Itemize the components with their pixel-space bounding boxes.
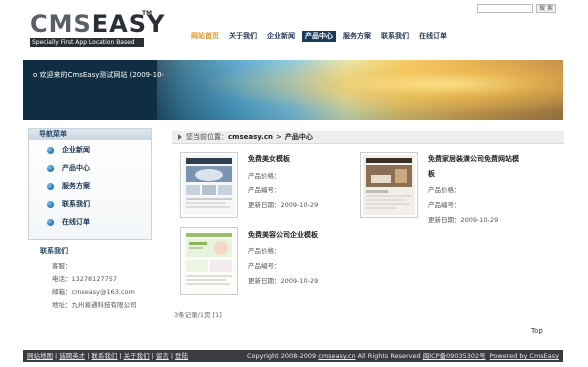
- contact-service: 客服：: [52, 262, 72, 270]
- footer-links: 网站地图 | 诚聘英才 | 联系我们 | 关于我们 | 留言 | 登陆: [27, 352, 189, 360]
- sidebar-item-products[interactable]: 产品中心: [47, 162, 90, 174]
- product-code: 产品编号：: [428, 201, 461, 209]
- icp-link[interactable]: 闽ICP备09035302号: [423, 352, 486, 360]
- pagination[interactable]: 3条记录/1页 [1]: [174, 309, 222, 319]
- back-to-top-link[interactable]: Top: [531, 327, 543, 335]
- sidebar-item-services[interactable]: 服务方案: [47, 180, 90, 192]
- sidebar-item-label: 在线订单: [62, 218, 90, 226]
- website-template-image: [183, 155, 235, 215]
- footer-link-login[interactable]: 登陆: [175, 352, 188, 360]
- nav-item-home[interactable]: 网站首页: [188, 31, 222, 42]
- bullet-icon: [47, 164, 54, 172]
- product-date: 更新日期：2009-10-29: [248, 277, 319, 285]
- sidebar-item-label: 服务方案: [62, 182, 90, 190]
- product-code: 产品编号：: [248, 262, 281, 270]
- footer-link-about[interactable]: 关于我们: [124, 352, 150, 360]
- sidebar-item-order[interactable]: 在线订单: [47, 216, 90, 228]
- nav-item-about[interactable]: 关于我们: [226, 31, 260, 42]
- sidebar-menu: 导航菜单 企业新闻 产品中心 服务方案 联系我们 在线订单: [28, 128, 152, 240]
- bullet-icon: [47, 182, 54, 190]
- product-price: 产品价格：: [248, 172, 281, 180]
- footer-site-link[interactable]: cmseasy.cn: [318, 352, 355, 360]
- banner: o 欢迎来的CmsEasy测试网站 (2009-10-: [23, 60, 563, 120]
- product-title[interactable]: 免费家居装潢公司免费网站模: [428, 154, 519, 164]
- nav-item-news[interactable]: 企业新闻: [264, 31, 298, 42]
- product-code: 产品编号：: [248, 186, 281, 194]
- product-title[interactable]: 免费美女模板: [248, 154, 290, 164]
- product-date: 更新日期：2009-10-29: [428, 216, 499, 224]
- footer-link-guestbook[interactable]: 留言: [156, 352, 169, 360]
- footer-copyright: Copyright 2008-2009 cmseasy.cn All Right…: [247, 350, 559, 362]
- product-thumbnail[interactable]: [180, 152, 238, 218]
- contact-title: 联系我们: [40, 247, 68, 255]
- contact-phone: 电话：13278127757: [52, 275, 117, 283]
- bullet-icon: [47, 146, 54, 154]
- search-input[interactable]: [477, 4, 533, 13]
- product-date: 更新日期：2009-10-29: [248, 201, 319, 209]
- contact-address: 地址：九州易通科技有限公司: [52, 301, 137, 309]
- product-title[interactable]: 免费美容公司企业模板: [248, 230, 318, 240]
- bullet-icon: [47, 200, 54, 208]
- sidebar-title: 导航菜单: [29, 129, 151, 140]
- interior-template-image: [363, 155, 415, 215]
- breadcrumb: 您当前位置： cmseasy.cn > 产品中心: [172, 131, 564, 144]
- breadcrumb-current: 产品中心: [284, 133, 313, 141]
- banner-image: [157, 60, 563, 120]
- breadcrumb-prefix: 您当前位置：: [186, 133, 228, 141]
- breadcrumb-separator: >: [275, 133, 282, 141]
- banner-left-panel: [23, 60, 157, 120]
- nav-item-services[interactable]: 服务方案: [340, 31, 374, 42]
- sidebar-item-label: 联系我们: [62, 200, 90, 208]
- logo-cms: CMS: [30, 10, 92, 38]
- search-bar: 搜 索: [477, 4, 556, 13]
- sidebar-item-label: 产品中心: [62, 164, 90, 172]
- product-price: 产品价格：: [248, 247, 281, 255]
- nav-item-contact[interactable]: 联系我们: [378, 31, 412, 42]
- main-nav: 网站首页 关于我们 企业新闻 产品中心 服务方案 联系我们 在线订单: [188, 31, 450, 42]
- product-price: 产品价格：: [428, 186, 461, 194]
- product-title-continued[interactable]: 板: [428, 169, 435, 179]
- sidebar-item-label: 企业新闻: [62, 146, 90, 154]
- copyright-text: Copyright 2008-2009: [246, 352, 319, 360]
- sidebar-item-news[interactable]: 企业新闻: [47, 144, 90, 156]
- logo-trademark: TM: [142, 10, 153, 17]
- welcome-ticker: o 欢迎来的CmsEasy测试网站 (2009-10-: [33, 71, 165, 79]
- contact-email: 邮箱：cmseasy@163.com: [52, 288, 135, 296]
- bullet-icon: [47, 218, 54, 226]
- nav-item-products[interactable]: 产品中心: [302, 31, 336, 42]
- logo[interactable]: CMSEASY TM Specially First App Location …: [30, 10, 166, 47]
- footer-link-contact[interactable]: 联系我们: [91, 352, 117, 360]
- footer-link-jobs[interactable]: 诚聘英才: [59, 352, 85, 360]
- sidebar-item-contact[interactable]: 联系我们: [47, 198, 90, 210]
- search-button[interactable]: 搜 索: [536, 4, 556, 13]
- footer: 网站地图 | 诚聘英才 | 联系我们 | 关于我们 | 留言 | 登陆 Copyright 2008…: [23, 350, 563, 362]
- logo-tagline: Specially First App Location Based: [30, 38, 144, 47]
- product-thumbnail[interactable]: [180, 227, 238, 295]
- beauty-template-image: [183, 230, 235, 292]
- footer-link-sitemap[interactable]: 网站地图: [27, 352, 53, 360]
- powered-by-link[interactable]: Powered by CmsEasy: [490, 352, 559, 360]
- breadcrumb-arrow-icon: [178, 134, 182, 140]
- product-thumbnail[interactable]: [360, 152, 418, 218]
- contact-block: 联系我们 客服： 电话：13278127757 邮箱：cmseasy@163.c…: [40, 246, 137, 312]
- breadcrumb-site-link[interactable]: cmseasy.cn: [228, 133, 273, 141]
- nav-item-order[interactable]: 在线订单: [416, 31, 450, 42]
- rights-text: All Rights Reserved: [355, 352, 423, 360]
- logo-easy: EASY: [91, 10, 166, 38]
